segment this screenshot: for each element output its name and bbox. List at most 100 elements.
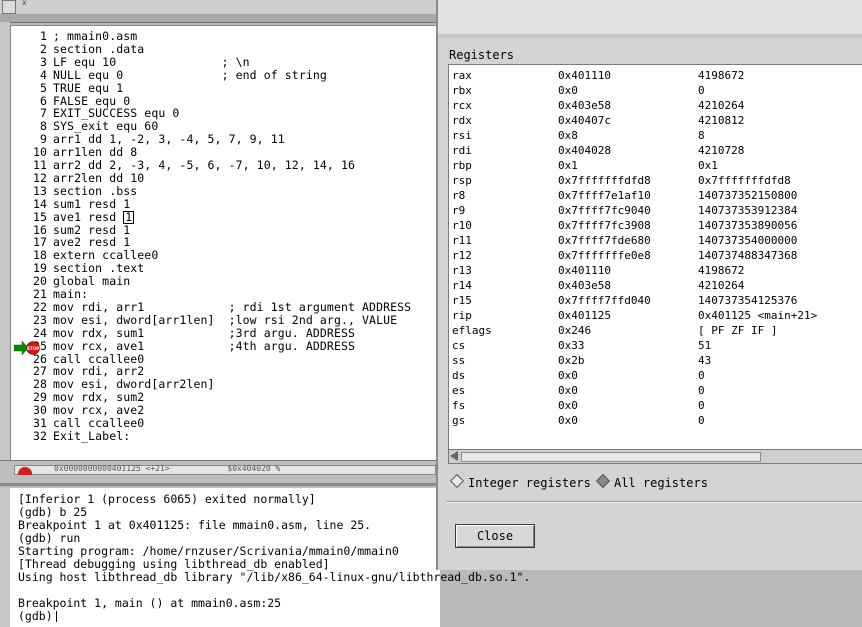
register-row[interactable]: rsi 0x8 8 [449,128,862,143]
line-number[interactable]: 3 [11,55,53,69]
gdb-console[interactable]: [Inferior 1 (process 6065) exited normal… [10,488,530,627]
line-number[interactable]: 23 [11,313,53,327]
pane-divider[interactable] [0,483,440,486]
register-row[interactable]: r15 0x7ffff7ffd040 140737354125376 [449,293,862,308]
line-code: TRUE equ 1 [53,80,124,95]
line-code: ave2 resd 1 [53,235,131,250]
source-gutter[interactable] [0,22,10,460]
line-code: mov rdx, sum1 ;3rd argu. ADDRESS [53,325,356,340]
register-value: 140737353890056 [698,219,798,232]
source-line[interactable]: 14 sum1 resd 1 [11,196,131,211]
breakpoint-stop-icon[interactable]: STOP [14,341,42,355]
register-name: r9 [452,204,466,217]
register-hex: 0x7fffffffdfd8 [558,174,651,187]
line-number[interactable]: 12 [11,171,53,185]
console-gutter [0,488,10,627]
register-hex: 0x0 [558,384,578,397]
register-hex: 0x401110 [558,264,611,277]
register-row[interactable]: eflags 0x246 [ PF ZF IF ] [449,323,862,338]
register-name: cs [452,339,466,352]
console-line: Using host libthread_db library "/lib/x8… [18,570,531,584]
register-hex: 0x404028 [558,144,611,157]
registers-hscrollbar[interactable] [448,449,862,464]
line-code: section .bss [53,183,138,198]
register-value: 0 [698,414,705,427]
scroll-left-icon[interactable] [450,451,458,461]
register-row[interactable]: rip 0x401125 0x401125 <main+21> [449,308,862,323]
register-name: gs [452,414,466,427]
register-row[interactable]: rbx 0x0 0 [449,83,862,98]
scroll-thumb[interactable] [461,452,761,462]
register-name: eflags [452,324,492,337]
register-hex: 0x7ffff7fde680 [558,234,651,247]
register-row[interactable]: cs 0x33 51 [449,338,862,353]
register-value: 0 [698,399,705,412]
line-code: mov rcx, ave2 [53,403,145,418]
register-row[interactable]: r10 0x7ffff7fc3908 140737353890056 [449,218,862,233]
register-name: rbp [452,159,472,172]
register-row[interactable]: r8 0x7ffff7e1af10 140737352150800 [449,188,862,203]
register-row[interactable]: r12 0x7fffffffe0e8 140737488347368 [449,248,862,263]
register-row[interactable]: es 0x0 0 [449,383,862,398]
register-value: 140737353912384 [698,204,798,217]
register-row[interactable]: rdi 0x404028 4210728 [449,143,862,158]
register-name: rsi [452,129,472,142]
register-row[interactable]: rsp 0x7fffffffdfd8 0x7fffffffdfd8 [449,173,862,188]
line-number[interactable]: 4 [11,68,53,82]
register-value: 0x7fffffffdfd8 [698,174,791,187]
line-code: NULL equ 0 ; end of string [53,67,327,82]
register-name: rsp [452,174,472,187]
line-number[interactable]: 24 [11,326,53,340]
line-number[interactable]: 22 [11,300,53,314]
window-close-glyph[interactable]: x [22,0,27,7]
register-row[interactable]: r9 0x7ffff7fc9040 140737353912384 [449,203,862,218]
register-hex: 0x1 [558,159,578,172]
line-number[interactable]: 5 [11,81,53,95]
line-code: SYS_exit equ 60 [53,119,159,134]
line-code: section .data [53,41,145,56]
register-row[interactable]: r13 0x401110 4198672 [449,263,862,278]
register-row[interactable]: r11 0x7ffff7fde680 140737354000000 [449,233,862,248]
window-menu-button[interactable] [2,0,16,14]
register-hex: 0x7ffff7ffd040 [558,294,651,307]
line-code: arr2len dd 10 [53,170,145,185]
register-name: r15 [452,294,472,307]
register-row[interactable]: ds 0x0 0 [449,368,862,383]
line-number[interactable]: 15 [11,210,53,224]
radio-diamond-icon [449,473,465,489]
register-row[interactable]: r14 0x403e58 4210264 [449,278,862,293]
radio-integer-registers[interactable]: Integer registers [449,473,591,490]
register-row[interactable]: fs 0x0 0 [449,398,862,413]
line-number[interactable]: 32 [11,429,53,443]
register-value: 0x1 [698,159,718,172]
line-code: mov esi, dword[arr2len] [53,377,215,392]
line-number[interactable]: 2 [11,42,53,56]
radio-all-registers[interactable]: All registers [595,473,708,490]
line-number[interactable]: 13 [11,184,53,198]
source-line[interactable]: 32 Exit_Label: [11,429,130,443]
registers-heading: Registers [449,48,515,62]
register-name: rdx [452,114,472,127]
register-row[interactable]: ss 0x2b 43 [449,353,862,368]
register-name: rbx [452,84,472,97]
registers-table[interactable]: rax 0x401110 4198672 rbx 0x0 0 rcx 0x403e58 4210… [448,64,862,450]
register-hex: 0x403e58 [558,279,611,292]
register-row[interactable]: rcx 0x403e58 4210264 [449,98,862,113]
registers-titlebar[interactable] [438,0,862,35]
source-view[interactable]: 1; mmain0.asm 2 section .data 3 LF equ 10 ; … [10,25,442,462]
line-number[interactable]: 14 [11,197,53,211]
line-code: sum1 resd 1 [53,196,131,211]
register-row[interactable]: rbp 0x1 0x1 [449,158,862,173]
register-name: rdi [452,144,472,157]
close-button[interactable]: Close [455,524,535,548]
register-name: ds [452,369,466,382]
toolbar-band [0,14,440,23]
line-code: arr2 dd 2, -3, 4, -5, 6, -7, 10, 12, 14,… [53,158,356,172]
register-row[interactable]: rax 0x401110 4198672 [449,68,862,83]
register-row[interactable]: rdx 0x40407c 4210812 [449,113,862,128]
register-name: ss [452,354,466,367]
register-name: r12 [452,249,472,262]
register-name: r14 [452,279,472,292]
register-value: 0 [698,384,705,397]
register-row[interactable]: gs 0x0 0 [449,413,862,428]
